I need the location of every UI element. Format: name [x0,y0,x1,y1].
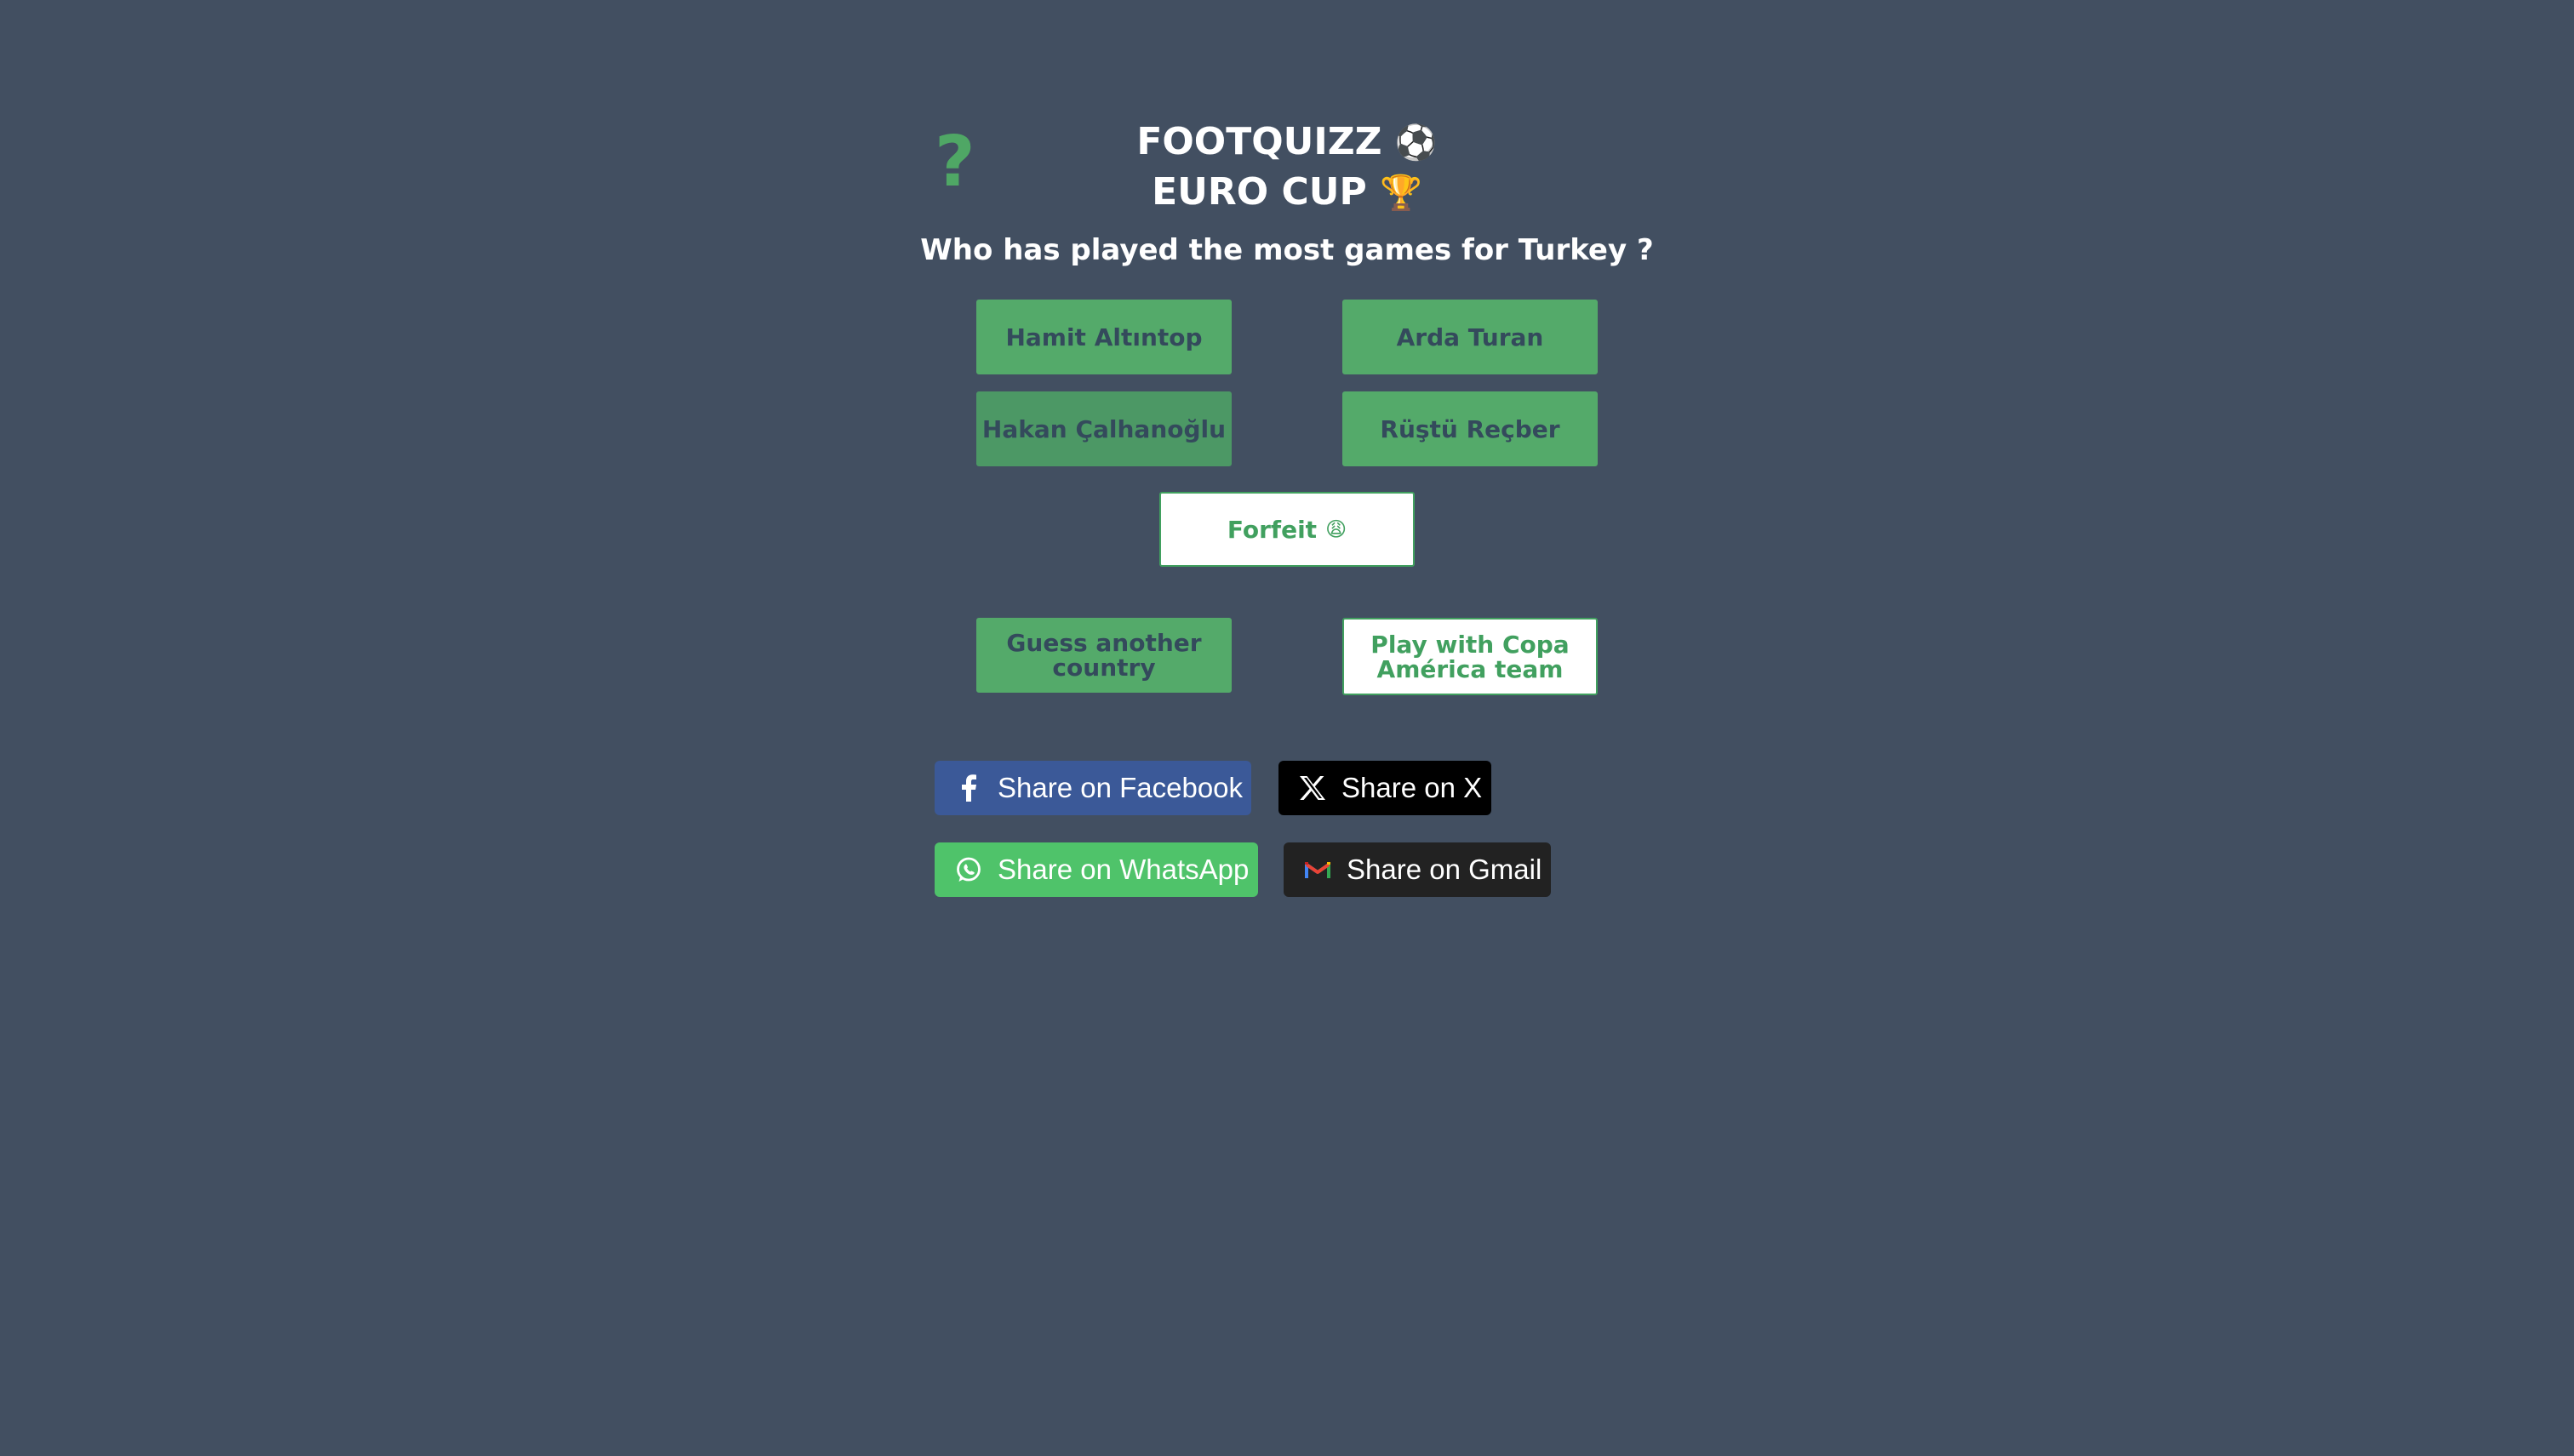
facebook-icon [955,774,982,802]
forfeit-label: Forfeit [1227,515,1318,544]
share-facebook-label: Share on Facebook [998,772,1244,803]
answer-button-4[interactable]: Rüştü Reçber [1342,391,1598,466]
forfeit-button[interactable]: Forfeit 😩 [1159,492,1415,567]
title-line-1: FOOTQUIZZ ⚽ [1032,117,1542,168]
play-copa-america-button[interactable]: Play with Copa América team [1342,618,1598,695]
page-title: FOOTQUIZZ ⚽ EURO CUP 🏆 [1032,117,1542,218]
title-footquizz: FOOTQUIZZ [1136,120,1382,163]
share-whatsapp-label: Share on WhatsApp [998,854,1250,885]
share-x-button[interactable]: Share on X [1278,761,1491,815]
title-euro-cup: EURO CUP [1152,170,1367,214]
soccer-ball-icon: ⚽ [1394,123,1438,163]
weary-face-icon: 😩 [1325,517,1347,541]
share-facebook-button[interactable]: Share on Facebook [935,761,1251,815]
guess-another-country-button[interactable]: Guess another country [976,618,1232,693]
share-x-label: Share on X [1341,772,1483,803]
answer-button-1[interactable]: Hamit Altıntop [976,300,1232,374]
answer-button-2[interactable]: Arda Turan [1342,300,1598,374]
x-logo-icon [1299,774,1326,802]
question-text: Who has played the most games for Turkey… [920,233,1654,267]
whatsapp-icon [955,856,982,883]
trophy-icon: 🏆 [1380,174,1422,213]
share-whatsapp-button[interactable]: Share on WhatsApp [935,842,1258,897]
help-icon[interactable]: ? [935,128,975,197]
gmail-icon [1304,856,1331,883]
share-gmail-label: Share on Gmail [1347,854,1542,885]
answer-button-3[interactable]: Hakan Çalhanoğlu [976,391,1232,466]
share-gmail-button[interactable]: Share on Gmail [1284,842,1551,897]
title-line-2: EURO CUP 🏆 [1032,168,1542,218]
